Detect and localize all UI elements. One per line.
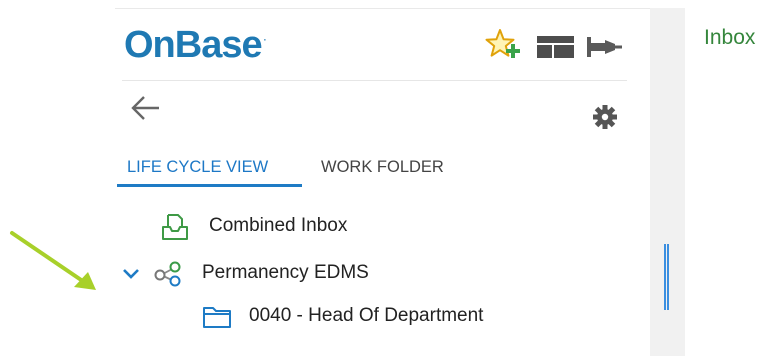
star-plus-icon[interactable] [484, 27, 524, 63]
annotation-arrow-icon [10, 231, 96, 290]
header-divider [122, 80, 627, 81]
tab-life-cycle-view[interactable]: LIFE CYCLE VIEW [127, 158, 268, 177]
tree-item-combined-inbox[interactable]: Combined Inbox [155, 210, 395, 244]
tree-item-label: Combined Inbox [209, 215, 348, 236]
onbase-logo: OnBase · [124, 26, 267, 64]
logo-mark: · [263, 35, 267, 46]
layout-icon[interactable] [537, 36, 574, 58]
arrow-left-icon[interactable] [130, 95, 162, 121]
active-tab-indicator [117, 184, 302, 187]
resize-handle[interactable] [664, 244, 669, 310]
pin-icon[interactable] [585, 35, 623, 59]
chevron-down-icon[interactable] [122, 267, 140, 281]
gear-icon[interactable] [592, 104, 618, 130]
inbox-tray-icon [162, 214, 188, 240]
folder-icon [203, 307, 231, 328]
logo-text: OnBase [124, 24, 263, 66]
inbox-panel-title: Inbox [704, 26, 756, 49]
tree-item-queue[interactable]: 0040 - Head Of Department [200, 300, 560, 334]
tree-item-label: 0040 - Head Of Department [249, 305, 484, 326]
lifecycle-icon [154, 261, 181, 287]
tree-item-permanency-edms[interactable]: Permanency EDMS [118, 258, 438, 292]
tab-work-folder[interactable]: WORK FOLDER [321, 158, 444, 177]
tree-item-label: Permanency EDMS [202, 262, 369, 283]
